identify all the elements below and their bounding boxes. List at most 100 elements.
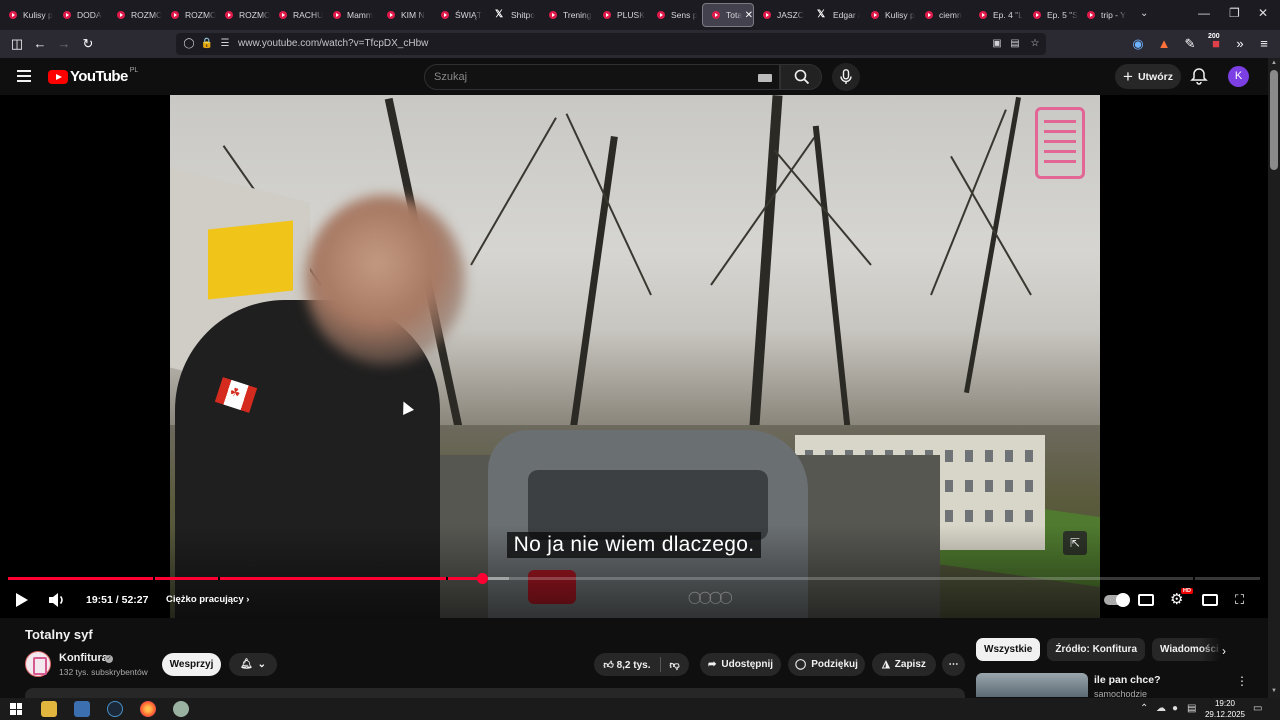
channel-name[interactable]: Konfitura	[59, 652, 108, 664]
browser-tab[interactable]: JASZC	[754, 0, 808, 30]
fullscreen-icon[interactable]: ⛶	[1235, 591, 1244, 609]
verified-check-icon: ✓	[105, 655, 113, 663]
extension-fox-icon[interactable]: ▲	[1156, 36, 1172, 52]
description-box[interactable]	[25, 688, 965, 698]
browser-tab[interactable]: DODA	[54, 0, 108, 30]
browser-tab[interactable]: KIM N	[378, 0, 432, 30]
browser-tab[interactable]: Kulisy p	[862, 0, 916, 30]
overflow-chevrons-icon[interactable]: »	[1232, 36, 1248, 52]
browser-tab[interactable]: trip - Y	[1078, 0, 1132, 30]
file-explorer-icon[interactable]	[41, 701, 57, 717]
progress-bar[interactable]	[8, 573, 1260, 584]
search-input[interactable]: Szukaj	[424, 64, 780, 90]
lock-icon[interactable]: 🔒	[200, 37, 214, 51]
back-arrow-icon[interactable]: ←	[32, 36, 48, 52]
onedrive-icon[interactable]: ☁	[1156, 703, 1166, 714]
recommendation-title[interactable]: ile pan chce?	[1094, 674, 1161, 686]
search-button[interactable]	[780, 64, 822, 90]
close-window-icon[interactable]: ✕	[1258, 6, 1268, 20]
app-menu-icon[interactable]: ≡	[1256, 36, 1272, 52]
save-button[interactable]: ◮ Zapisz	[872, 653, 936, 676]
voice-search-button[interactable]	[832, 63, 860, 91]
microphone-tray-icon[interactable]: ●	[1172, 703, 1178, 714]
browser-tab[interactable]: PLUSK	[594, 0, 648, 30]
guide-menu-icon[interactable]	[17, 70, 31, 82]
browser-tab[interactable]: Sens p	[648, 0, 702, 30]
browser-tab[interactable]: 𝕏 Edgar /	[808, 0, 862, 30]
reader-view-icon[interactable]: ▤	[1008, 37, 1022, 51]
tab-list-chevron-icon[interactable]: ⌄	[1140, 8, 1154, 22]
browser-tab[interactable]: ciemn	[916, 0, 970, 30]
scrubber-handle[interactable]	[476, 573, 488, 584]
keyboard-icon[interactable]	[758, 74, 772, 82]
like-button[interactable]: 👍︎ 8,2 tys.	[603, 659, 650, 671]
subscription-bell-button[interactable]: 🔔︎ ⌄	[229, 653, 277, 676]
chips-next-chevron-icon[interactable]: ›	[1222, 644, 1226, 658]
chapter-title[interactable]: Ciężko pracujący ›	[166, 591, 249, 609]
address-bar[interactable]: ◯ 🔒 ☰ www.youtube.com/watch?v=TfcpDX_cHb…	[176, 33, 1046, 55]
permissions-icon[interactable]: ☰	[218, 37, 232, 51]
video-player[interactable]: ◯◯◯◯ ⇱ No ja nie wiem dlaczego. 19:51 / …	[0, 95, 1268, 618]
browser-tab[interactable]: ROZMO	[216, 0, 270, 30]
autoplay-toggle[interactable]	[1104, 593, 1130, 607]
join-button[interactable]: Wesprzyj	[162, 653, 221, 676]
firefox-icon[interactable]	[140, 701, 156, 717]
picture-in-picture-icon[interactable]: ▣	[990, 37, 1004, 51]
system-clock[interactable]: 19:20 29.12.2025	[1204, 698, 1246, 720]
shield-icon[interactable]: ◯	[182, 37, 196, 51]
chip-source[interactable]: Źródło: Konfitura	[1047, 638, 1146, 661]
network-icon[interactable]: ▤	[1187, 703, 1196, 714]
tab-active[interactable]: Tota ✕	[702, 3, 754, 27]
notification-center-icon[interactable]: ▭	[1253, 703, 1262, 714]
youtube-favicon-icon	[1087, 11, 1095, 19]
forward-arrow-icon[interactable]: →	[56, 36, 72, 52]
browser-tab[interactable]: Ep. 4 "L	[970, 0, 1024, 30]
volume-icon[interactable]	[47, 591, 67, 609]
youtube-favicon-icon	[763, 11, 771, 19]
vpn-shield-icon[interactable]: ◉	[1130, 36, 1146, 52]
browser-tab[interactable]: ŚWIĄT	[432, 0, 486, 30]
browser-tab[interactable]: Ep. 5 "S	[1024, 0, 1078, 30]
browser-tab[interactable]: Kulisy p	[0, 0, 54, 30]
windows-start-icon[interactable]	[10, 703, 22, 715]
browser-tab[interactable]: ROZMO	[162, 0, 216, 30]
notifications-bell-icon[interactable]	[1190, 67, 1208, 85]
thanks-button[interactable]: ◯ Podziękuj	[788, 653, 865, 676]
chip-all[interactable]: Wszystkie	[976, 638, 1041, 661]
play-icon[interactable]	[14, 592, 30, 608]
browser-tab[interactable]: Trening	[540, 0, 594, 30]
scroll-up-icon[interactable]: ▲	[1271, 60, 1277, 66]
tab-close-icon[interactable]: ✕	[745, 10, 753, 21]
channel-watermark-icon[interactable]	[1035, 107, 1085, 179]
browser-tab[interactable]: ROZMO	[108, 0, 162, 30]
bookmark-star-icon[interactable]: ☆	[1028, 37, 1042, 51]
theater-mode-icon[interactable]	[1202, 594, 1218, 606]
subtitles-icon[interactable]	[1138, 594, 1154, 606]
page-scrollbar[interactable]: ▲ ▼	[1268, 58, 1280, 698]
extensions-puzzle-icon[interactable]: ✎	[1182, 36, 1198, 52]
app-icon[interactable]	[173, 701, 189, 717]
recommendation-menu-icon[interactable]: ⋮	[1236, 674, 1248, 688]
channel-avatar[interactable]	[25, 651, 51, 677]
reload-icon[interactable]: ↻	[80, 36, 96, 52]
scroll-down-icon[interactable]: ▼	[1271, 688, 1277, 694]
account-avatar[interactable]: K	[1228, 66, 1249, 87]
scrollbar-thumb[interactable]	[1270, 70, 1278, 170]
remote-desktop-icon[interactable]	[74, 701, 90, 717]
steam-icon[interactable]	[107, 701, 123, 717]
tray-chevron-icon[interactable]: ⌃	[1140, 703, 1148, 714]
browser-tab[interactable]: 𝕏 Shitpo	[486, 0, 540, 30]
create-button[interactable]: + Utwórz	[1115, 64, 1181, 89]
minimize-icon[interactable]: —	[1198, 6, 1210, 20]
browser-tab[interactable]: Mamm	[324, 0, 378, 30]
youtube-logo[interactable]: YouTube PL	[48, 67, 138, 85]
more-actions-icon[interactable]: ⋯	[942, 653, 965, 676]
url-text[interactable]: www.youtube.com/watch?v=TfcpDX_cHbw	[238, 38, 428, 49]
share-button[interactable]: ➦ Udostępnij	[700, 653, 781, 676]
sidebar-toggle-icon[interactable]: ◫	[9, 36, 25, 52]
chip-news[interactable]: Wiadomości ze ś	[1152, 638, 1223, 661]
dislike-button[interactable]: 👎︎	[670, 659, 680, 671]
recommendation-thumbnail[interactable]	[976, 673, 1088, 697]
maximize-icon[interactable]: ❐	[1229, 6, 1240, 20]
browser-tab[interactable]: RACHU	[270, 0, 324, 30]
